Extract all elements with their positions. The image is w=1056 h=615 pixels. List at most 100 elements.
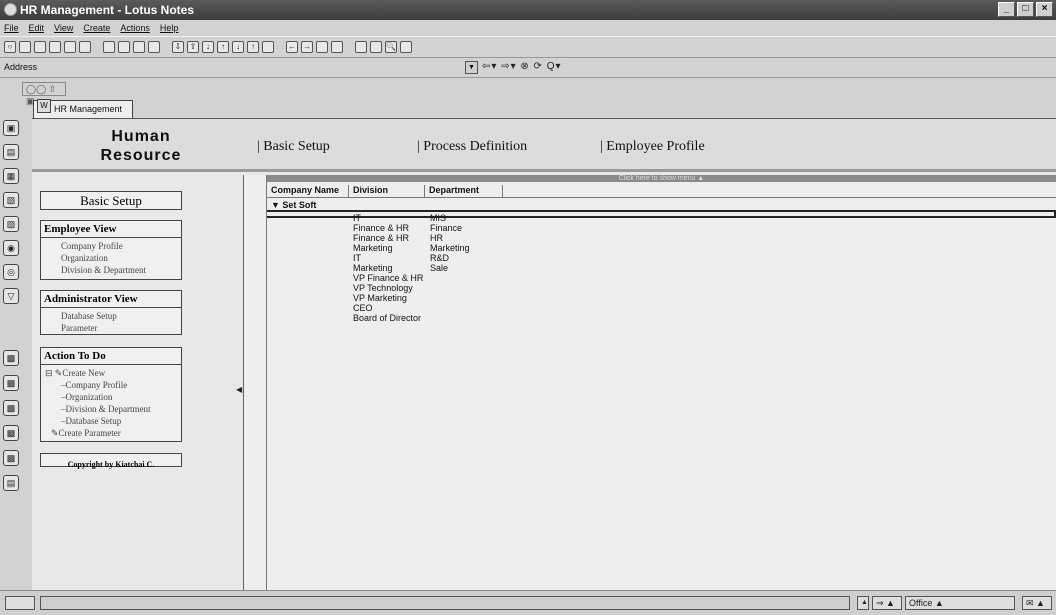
column-department[interactable]: Department	[425, 185, 503, 198]
new-icon[interactable]	[19, 41, 31, 53]
sidebar-item-division-department[interactable]: Division & Department	[41, 264, 181, 276]
sidebar-item-parameter[interactable]: Parameter	[41, 322, 181, 334]
menu-view[interactable]: View	[54, 20, 73, 36]
forward-icon[interactable]: →	[301, 41, 313, 53]
tree-division-department[interactable]: –Division & Department	[41, 403, 181, 415]
bookmark-icon[interactable]: ▤	[3, 475, 19, 491]
address-label: Address	[4, 62, 38, 72]
open-icon[interactable]	[34, 41, 46, 53]
home-icon[interactable]: ○	[4, 41, 16, 53]
tree-create-parameter[interactable]: ✎Create Parameter	[41, 427, 181, 439]
address-bar: Address ▼ ⇦▾ ⇨▾ ⊗ ⟳ Q▾	[0, 58, 1056, 78]
copyright-text: Copyright by Kiatchai C.	[67, 460, 155, 469]
department-cell: MIS	[430, 213, 447, 223]
bookmark-icon[interactable]: ▩	[3, 400, 19, 416]
document-content: Human Resource | Basic Setup | Process D…	[32, 118, 1056, 591]
bookmark-icon[interactable]: ▩	[3, 375, 19, 391]
app-header: Human Resource | Basic Setup | Process D…	[32, 119, 1056, 172]
nav-toolbar-buttons[interactable]: ◯◯ ⇧ ▣	[22, 82, 66, 106]
administrator-view-panel: Administrator View Database Setup Parame…	[40, 290, 182, 335]
bookmark-icon[interactable]: ◎	[3, 264, 19, 280]
sidebar: Basic Setup Employee View Company Profil…	[32, 175, 244, 591]
back-icon[interactable]: ←	[286, 41, 298, 53]
clipboard-icon[interactable]	[148, 41, 160, 53]
copy-icon[interactable]	[118, 41, 130, 53]
nav-back-icon[interactable]: ⇦▾	[482, 61, 497, 72]
bookmark-icon[interactable]: ▽	[3, 288, 19, 304]
tree-company-profile[interactable]: –Company Profile	[41, 379, 181, 391]
tab-label: HR Management	[54, 104, 123, 114]
division-view: Click here to show menu ▲ Company Name D…	[245, 175, 1056, 591]
search-web-icon[interactable]: Q▾	[547, 61, 562, 72]
move-folder-icon[interactable]	[331, 41, 343, 53]
nav-basic-setup[interactable]: | Basic Setup	[257, 139, 330, 155]
menu-create[interactable]: Create	[83, 20, 110, 36]
bookmark-icon[interactable]: ▩	[3, 350, 19, 366]
action-to-do-panel: Action To Do ⊟ ✎Create New –Company Prof…	[40, 347, 182, 442]
sidebar-item-company-profile[interactable]: Company Profile	[41, 238, 181, 252]
location-selector[interactable]: Office ▲	[905, 596, 1015, 610]
collapse-icon[interactable]: ⇧	[187, 41, 199, 53]
previous-unread-icon[interactable]: ↑	[247, 41, 259, 53]
column-company-name[interactable]: Company Name	[267, 185, 349, 198]
department-cell: Finance	[430, 223, 463, 233]
nav-process-definition[interactable]: | Process Definition	[417, 139, 527, 155]
basic-setup-button[interactable]: Basic Setup	[40, 191, 182, 210]
reload-icon[interactable]: ⟳	[534, 61, 543, 72]
bookmark-icon[interactable]: ▩	[3, 425, 19, 441]
previous-icon[interactable]: ↑	[217, 41, 229, 53]
address-dropdown-icon[interactable]: ▼	[465, 61, 478, 74]
tree-create-new[interactable]: ⊟ ✎Create New	[41, 365, 181, 379]
status-arrow-icon[interactable]: ▲	[857, 596, 869, 610]
minimize-button[interactable]: _	[998, 2, 1015, 17]
print-icon[interactable]	[79, 41, 91, 53]
sidebar-item-database-setup[interactable]: Database Setup	[41, 308, 181, 322]
bookmark-bar: ▣ ▤ ▦ ▧ ▨ ◉ ◎ ▽ ▩ ▩ ▩ ▩ ▩ ▤	[0, 100, 22, 580]
department-cell: Sale	[430, 263, 449, 273]
collapse-pane-icon[interactable]: ◀	[236, 385, 242, 394]
paste-icon[interactable]	[133, 41, 145, 53]
refresh-icon[interactable]	[262, 41, 274, 53]
cut-icon[interactable]	[103, 41, 115, 53]
stop-icon[interactable]: ⊗	[520, 61, 529, 72]
properties-icon[interactable]	[355, 41, 367, 53]
tab-hr-management[interactable]: W HR Management	[33, 99, 133, 118]
bookmark-icon[interactable]: ▣	[3, 120, 19, 136]
status-connection-icon[interactable]: ⇒ ▲	[872, 596, 902, 610]
tree-database-setup[interactable]: –Database Setup	[41, 415, 181, 427]
menu-actions[interactable]: Actions	[120, 20, 150, 36]
expand-icon[interactable]: ⇩	[172, 41, 184, 53]
menu-file[interactable]: File	[4, 20, 19, 36]
next-unread-icon[interactable]: ↓	[232, 41, 244, 53]
tree-organization[interactable]: –Organization	[41, 391, 181, 403]
move-icon[interactable]	[316, 41, 328, 53]
bookmark-icon[interactable]: ▩	[3, 450, 19, 466]
edit-icon[interactable]	[49, 41, 61, 53]
find-icon[interactable]	[370, 41, 382, 53]
bookmark-icon[interactable]: ◉	[3, 240, 19, 256]
status-left-box[interactable]	[5, 596, 35, 610]
save-icon[interactable]	[64, 41, 76, 53]
category-set-soft[interactable]: ▼ Set Soft	[271, 200, 316, 210]
bookmark-icon[interactable]: ▧	[3, 192, 19, 208]
menu-help[interactable]: Help	[160, 20, 179, 36]
tree-item-label: Division & Department	[65, 404, 151, 414]
sidebar-item-organization[interactable]: Organization	[41, 252, 181, 264]
bookmark-icon[interactable]: ▨	[3, 216, 19, 232]
menu-edit[interactable]: Edit	[29, 20, 45, 36]
close-button[interactable]: ×	[1036, 2, 1053, 17]
mail-icon[interactable]: ✉ ▲	[1022, 596, 1052, 610]
bookmark-icon[interactable]: ▦	[3, 168, 19, 184]
maximize-button[interactable]: □	[1017, 2, 1034, 17]
column-division[interactable]: Division	[349, 185, 425, 198]
show-menu-bar[interactable]: Click here to show menu ▲	[267, 175, 1056, 182]
bookmark-icon[interactable]: ▤	[3, 144, 19, 160]
selected-row[interactable]	[267, 210, 1056, 218]
search-icon[interactable]: 🔍	[385, 41, 397, 53]
division-cell: Marketing	[353, 263, 393, 273]
lotus-app-icon	[4, 3, 17, 16]
nav-employee-profile[interactable]: | Employee Profile	[600, 139, 705, 155]
table-icon[interactable]	[400, 41, 412, 53]
nav-forward-icon[interactable]: ⇨▾	[501, 61, 516, 72]
next-icon[interactable]: ↓	[202, 41, 214, 53]
